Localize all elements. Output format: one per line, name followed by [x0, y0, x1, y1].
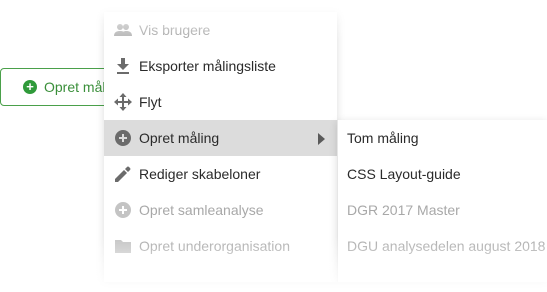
menu-item-label: Opret måling: [139, 130, 220, 146]
submenu-item-empty-measurement[interactable]: Tom måling: [338, 120, 547, 156]
menu-item-show-users[interactable]: Vis brugere: [104, 12, 337, 48]
submenu-item-dgr-2017-master[interactable]: DGR 2017 Master: [338, 192, 547, 228]
folder-icon: [114, 237, 132, 255]
submenu-arrow-icon: [318, 132, 325, 148]
pencil-icon: [114, 165, 132, 183]
menu-item-label: Opret underorganisation: [139, 238, 290, 254]
menu-item-edit-templates[interactable]: Rediger skabeloner: [104, 156, 337, 192]
plus-circle-icon: [114, 129, 132, 147]
menu-item-label: Flyt: [139, 94, 162, 110]
plus-circle-icon: +: [23, 80, 37, 94]
submenu-item-css-layout-guide[interactable]: CSS Layout-guide: [338, 156, 547, 192]
context-menu: Vis brugere Eksporter målingsliste Flyt: [104, 12, 337, 282]
menu-item-create-suborganisation[interactable]: Opret underorganisation: [104, 228, 337, 264]
menu-item-label: Vis brugere: [139, 22, 211, 38]
submenu-item-label: CSS Layout-guide: [347, 166, 461, 182]
menu-item-create-aggregate-analysis[interactable]: Opret samleanalyse: [104, 192, 337, 228]
menu-item-label: Eksporter målingsliste: [139, 58, 276, 74]
users-icon: [114, 21, 132, 39]
submenu-item-label: DGU analysedelen august 2018: [347, 238, 546, 254]
submenu-item-dgu-analysis[interactable]: DGU analysedelen august 2018: [338, 228, 547, 264]
screen: + Opret måling Vis brugere Eksporter mål…: [0, 0, 547, 292]
create-measurement-submenu: Tom måling CSS Layout-guide DGR 2017 Mas…: [337, 120, 547, 282]
menu-item-label: Opret samleanalyse: [139, 202, 264, 218]
menu-item-export-list[interactable]: Eksporter målingsliste: [104, 48, 337, 84]
plus-circle-icon: [114, 201, 132, 219]
submenu-item-label: DGR 2017 Master: [347, 202, 460, 218]
move-icon: [114, 93, 132, 111]
menu-item-label: Rediger skabeloner: [139, 166, 261, 182]
menu-item-move[interactable]: Flyt: [104, 84, 337, 120]
menu-item-create-measurement[interactable]: Opret måling: [104, 120, 337, 156]
submenu-item-label: Tom måling: [347, 130, 419, 146]
download-icon: [114, 57, 132, 75]
